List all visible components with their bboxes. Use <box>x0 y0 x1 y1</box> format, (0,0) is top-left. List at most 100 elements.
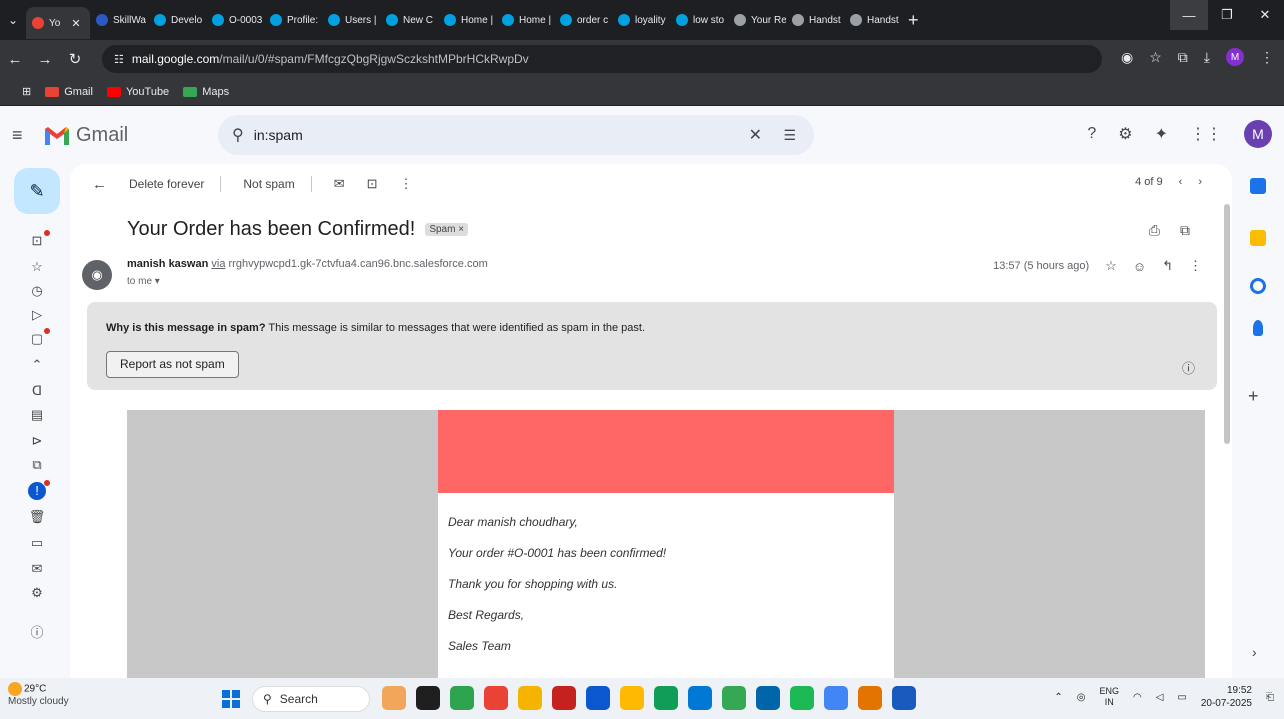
not-spam-button[interactable]: Not spam <box>243 177 294 191</box>
omnibox[interactable]: ☷ mail.google.com /mail/u/0/#spam/FMfcgz… <box>102 45 1102 73</box>
taskbar-search[interactable]: ⚲ Search <box>252 686 370 712</box>
bookmark-item[interactable]: Maps <box>183 86 229 98</box>
browser-tab[interactable]: O-0003 <box>206 5 264 35</box>
main-menu-icon[interactable]: ≡ <box>12 125 34 146</box>
search-icon[interactable]: ⚲ <box>232 125 244 145</box>
manage-labels-icon[interactable]: ⚙ <box>28 584 46 602</box>
all-mail-icon[interactable]: ⧉ <box>28 456 46 474</box>
print-icon[interactable]: ⎙ <box>1149 222 1160 239</box>
get-addons-icon[interactable]: ⓘ <box>28 624 46 642</box>
download-icon[interactable]: ⤓ <box>1204 49 1210 66</box>
trash-icon[interactable]: 🗑 <box>28 508 46 526</box>
star-icon[interactable]: ☆ <box>1105 258 1117 274</box>
back-to-list-icon[interactable]: ← <box>92 176 107 193</box>
search-options-icon[interactable]: ☰ <box>783 127 796 144</box>
browser-tab[interactable]: Home | <box>438 5 496 35</box>
spam-label-chip[interactable]: Spam × <box>425 223 469 236</box>
account-avatar[interactable]: M <box>1244 120 1272 148</box>
snoozed-icon[interactable]: ◷ <box>28 282 46 300</box>
older-chevron-icon[interactable]: › <box>1198 176 1202 188</box>
close-tab-icon[interactable]: ✕ <box>71 17 80 30</box>
chats-icon[interactable]: ▤ <box>28 406 46 424</box>
browser-tab[interactable]: Develo <box>148 5 206 35</box>
new-tab-plus-icon[interactable]: + <box>908 10 919 31</box>
taskbar-app-icon[interactable] <box>756 686 780 710</box>
wifi-icon[interactable]: ◠ <box>1133 692 1142 703</box>
minimize-icon[interactable]: — <box>1170 0 1208 30</box>
gmail-logo[interactable]: Gmail <box>44 124 128 147</box>
taskbar-app-icon[interactable] <box>892 686 916 710</box>
bookmark-item[interactable]: YouTube <box>106 86 169 98</box>
taskbar-app-icon[interactable] <box>382 686 406 710</box>
taskbar-app-icon[interactable] <box>722 686 746 710</box>
tray-overflow-icon[interactable]: ⌃ <box>1054 692 1062 703</box>
taskbar-app-icon[interactable] <box>552 686 576 710</box>
reload-icon[interactable]: ↻ <box>60 50 90 68</box>
less-chevron-icon[interactable]: ⌃ <box>28 356 46 374</box>
sent-icon[interactable]: ▷ <box>28 306 46 324</box>
bookmark-star-icon[interactable]: ☆ <box>1149 49 1162 66</box>
browser-tab[interactable]: loyality <box>612 5 670 35</box>
show-panel-chevron-icon[interactable]: › <box>1252 644 1257 660</box>
emoji-react-icon[interactable]: ☺ <box>1133 259 1146 274</box>
recipient-details-toggle[interactable]: to me ▾ <box>127 276 160 287</box>
drafts-icon[interactable]: ▢ <box>28 328 50 348</box>
browser-tab[interactable]: SkillWa <box>90 5 148 35</box>
notifications-icon[interactable]: ⎗ <box>1266 692 1274 703</box>
extensions-icon[interactable]: ⧉ <box>1178 49 1188 66</box>
clear-search-icon[interactable]: ✕ <box>749 125 762 145</box>
eye-off-icon[interactable]: ◉ <box>1121 49 1133 66</box>
browser-tab[interactable]: order c <box>554 5 612 35</box>
profile-avatar[interactable]: M <box>1226 48 1244 66</box>
battery-icon[interactable]: ▭ <box>1177 692 1186 703</box>
browser-tab[interactable]: Profile: <box>264 5 322 35</box>
browser-tab[interactable]: low sto <box>670 5 728 35</box>
manage-subscriptions-icon[interactable]: ✉ <box>28 560 46 578</box>
tray-app-icon[interactable]: ◎ <box>1077 692 1086 703</box>
settings-gear-icon[interactable]: ⚙ <box>1118 124 1132 144</box>
taskbar-app-icon[interactable] <box>688 686 712 710</box>
forward-icon[interactable]: → <box>30 51 60 68</box>
browser-tab[interactable]: Handst <box>844 5 902 35</box>
pane-scrollbar[interactable] <box>1222 184 1232 444</box>
taskbar-clock[interactable]: 19:52 20-07-2025 <box>1201 684 1252 710</box>
scheduled-icon[interactable]: ⊳ <box>28 432 46 450</box>
info-icon[interactable]: ⓘ <box>1182 358 1195 377</box>
important-icon[interactable]: ᗡ <box>28 382 46 400</box>
taskbar-app-icon[interactable] <box>790 686 814 710</box>
windows-start-icon[interactable] <box>222 690 240 708</box>
browser-tab[interactable]: Yo ✕ <box>26 7 90 39</box>
browser-tab[interactable]: Handst <box>786 5 844 35</box>
taskbar-app-icon[interactable] <box>620 686 644 710</box>
taskbar-app-icon[interactable] <box>450 686 474 710</box>
more-actions-icon[interactable]: ⋮ <box>400 176 413 192</box>
reply-icon[interactable]: ↰ <box>1162 258 1173 274</box>
mark-unread-icon[interactable]: ✉ <box>334 176 345 192</box>
help-icon[interactable]: ? <box>1087 125 1096 143</box>
starred-icon[interactable]: ☆ <box>28 258 46 276</box>
mail-search-box[interactable]: ⚲ in:spam ✕ ☰ <box>218 115 814 155</box>
site-info-icon[interactable]: ☷ <box>114 53 124 66</box>
taskbar-app-icon[interactable] <box>484 686 508 710</box>
gemini-sparkle-icon[interactable]: ✦ <box>1155 124 1168 144</box>
close-window-icon[interactable]: ✕ <box>1246 0 1284 30</box>
calendar-icon[interactable] <box>1250 178 1266 194</box>
google-apps-icon[interactable]: ⋮⋮ <box>1190 124 1222 144</box>
delete-forever-button[interactable]: Delete forever <box>129 177 204 191</box>
browser-tab[interactable]: Users | <box>322 5 380 35</box>
taskbar-app-icon[interactable] <box>654 686 678 710</box>
browser-tab[interactable]: New C <box>380 5 438 35</box>
search-input[interactable]: in:spam <box>254 127 303 143</box>
move-to-icon[interactable]: ⊡ <box>367 176 378 192</box>
weather-widget[interactable]: 29°C Mostly cloudy <box>8 682 69 708</box>
taskbar-app-icon[interactable] <box>586 686 610 710</box>
taskbar-app-icon[interactable] <box>416 686 440 710</box>
back-icon[interactable]: ← <box>0 51 30 68</box>
apps-grid-icon[interactable]: ⊞ <box>22 85 31 98</box>
taskbar-app-icon[interactable] <box>858 686 882 710</box>
taskbar-app-icon[interactable] <box>518 686 542 710</box>
contacts-icon[interactable] <box>1253 320 1263 336</box>
bookmark-item[interactable]: Gmail <box>45 86 93 98</box>
categories-icon[interactable]: ▭ <box>28 534 46 552</box>
spam-icon[interactable]: ! <box>28 480 50 500</box>
